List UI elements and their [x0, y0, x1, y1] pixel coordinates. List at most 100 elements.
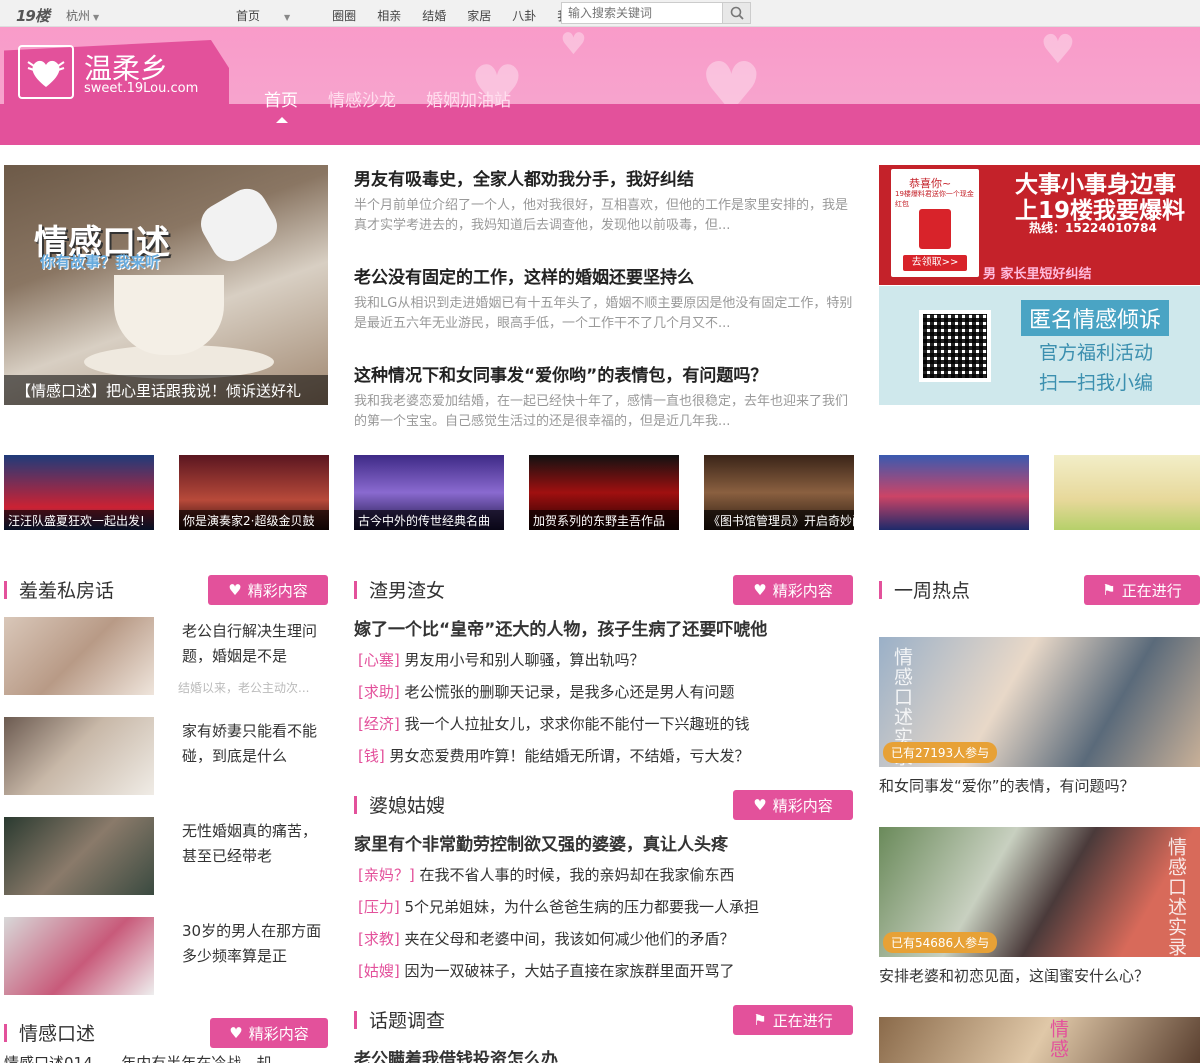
site-logo[interactable]: 19楼	[16, 5, 50, 26]
list-item[interactable]: 老公自行解决生理问题，婚姻是不是 结婚以来，老公主动次...	[4, 617, 330, 697]
list-item-title[interactable]: 家有娇妻只能看不能碰，到底是什么	[182, 719, 322, 769]
article-title[interactable]: 老公没有固定的工作，这样的婚姻还要坚持么	[354, 263, 854, 288]
section-bar	[4, 1024, 7, 1042]
article-item: 老公没有固定的工作，这样的婚姻还要坚持么 我和LG从相识到走进婚姻已有十五年头了…	[354, 263, 854, 361]
topnav-circle[interactable]: 圈圈	[332, 7, 356, 24]
article-title[interactable]: 男友有吸毒史，全家人都劝我分手，我好纠结	[354, 165, 854, 190]
article-item: 男友有吸毒史，全家人都劝我分手，我好纠结 半个月前单位介绍了一个人，他对我很好，…	[354, 165, 854, 263]
topic-row[interactable]: [姑嫂] 因为一双破袜子，大姑子直接在家族群里面开骂了	[358, 960, 735, 981]
emotion-story-first-item[interactable]: 情感口述014......年内有半年在冷战，却	[4, 1052, 271, 1063]
topic-title[interactable]: 因为一双破袜子，大姑子直接在家族群里面开骂了	[405, 962, 735, 980]
heart-icon: ♥	[753, 796, 767, 814]
search-input[interactable]	[562, 3, 722, 23]
topic-row[interactable]: [压力] 5个兄弟姐妹，为什么爸爸生病的压力都要我一人承担	[358, 896, 759, 917]
topnav-dating[interactable]: 相亲	[377, 7, 401, 24]
list-item-title[interactable]: 老公自行解决生理问题，婚姻是不是	[182, 619, 322, 669]
topnav-gossip[interactable]: 八卦	[512, 7, 536, 24]
event-thumb[interactable]: 汪汪队盛夏狂欢一起出发!	[4, 455, 154, 530]
section-header-weekly-hot: 一周热点 ⚑ 正在进行	[879, 575, 1200, 605]
chevron-down-icon: ▼	[93, 13, 100, 22]
ongoing-button[interactable]: ⚑ 正在进行	[1084, 575, 1200, 605]
topic-title[interactable]: 男女恋爱费用咋算！能结婚无所谓，不结婚，亏大发？	[390, 747, 750, 765]
tag-label: 精彩内容	[772, 581, 833, 600]
ad-footer: 男 家长里短好纠结	[983, 267, 1092, 282]
survey-headline[interactable]: 老公瞒着我借钱投资怎么办	[354, 1045, 558, 1063]
section-title[interactable]: 羞羞私房话	[19, 576, 114, 603]
topic-row[interactable]: [心塞] 男友用小号和别人聊骚，算出轨吗？	[358, 649, 645, 670]
featured-content-button[interactable]: ♥ 精彩内容	[733, 790, 853, 820]
article-item: 这种情况下和女同事发“爱你哟”的表情包，有问题吗？ 我和我老婆恋爱加结婚，在一起…	[354, 361, 854, 459]
featured-content-button[interactable]: ♥ 精彩内容	[733, 575, 853, 605]
ad-hotline: 热线：15224010784	[1029, 221, 1157, 235]
logo-heart-icon[interactable]	[18, 45, 74, 99]
hot-topic-title[interactable]: 安排老婆和初恋见面，这闺蜜安什么心？	[879, 965, 1200, 986]
article-title[interactable]: 这种情况下和女同事发“爱你哟”的表情包，有问题吗？	[354, 361, 854, 386]
list-item-title[interactable]: 无性婚姻真的痛苦，甚至已经带老	[182, 819, 322, 869]
event-thumb[interactable]: 古今中外的传世经典名曲	[354, 455, 504, 530]
event-thumb[interactable]: 加贺系列的东野圭吾作品	[529, 455, 679, 530]
in-laws-headline[interactable]: 家里有个非常勤劳控制欲又强的婆婆，真让人头疼	[354, 830, 728, 855]
event-thumb[interactable]: 《图书馆管理员》开启奇妙阅读之旅	[704, 455, 854, 530]
topnav-home[interactable]: 首页 ▼	[236, 7, 311, 24]
confide-ad-banner[interactable]: 匿名情感倾诉 官方福利活动 扫一扫我小编	[879, 286, 1200, 405]
hot-topic-title[interactable]: 和女同事发“爱你”的表情，有问题吗？	[879, 775, 1200, 796]
hot-topic-card[interactable]: 情感口述实录 已有54686人参与 安排老婆和初恋见面，这闺蜜安什么心？	[879, 827, 1200, 986]
topic-row[interactable]: [求教] 夹在父母和老婆中间，我该如何减少他们的矛盾？	[358, 928, 735, 949]
featured-content-button[interactable]: ♥ 精彩内容	[210, 1018, 328, 1048]
qr-code-icon	[919, 310, 991, 382]
topic-title[interactable]: 男友用小号和别人聊骚，算出轨吗？	[405, 651, 645, 669]
event-thumb[interactable]	[1054, 455, 1200, 530]
claim-button[interactable]: 去领取>>	[903, 255, 967, 271]
topnav-home-decor[interactable]: 家居	[467, 7, 491, 24]
report-ad-banner[interactable]: 恭喜你~ 19楼爆料君送你一个现金红包 去领取>> 大事小事身边事 上19楼我要…	[879, 165, 1200, 285]
heart-icon: ♥	[753, 581, 767, 599]
list-thumb-image	[4, 617, 154, 695]
scumbag-headline[interactable]: 嫁了一个比“皇帝”还大的人物，孩子生病了还要吓唬他	[354, 615, 767, 640]
topic-title[interactable]: 夹在父母和老婆中间，我该如何减少他们的矛盾？	[405, 930, 735, 948]
hot-topic-card[interactable]: 情感口述实录 已有27193人参与 和女同事发“爱你”的表情，有问题吗？	[879, 637, 1200, 796]
topnav-wedding[interactable]: 结婚	[422, 7, 446, 24]
hot-topic-card[interactable]: 情感	[879, 1017, 1200, 1063]
list-item-summary: 结婚以来，老公主动次...	[178, 681, 310, 695]
topic-row[interactable]: [亲妈？] 在我不省人事的时候，我的亲妈却在我家偷东西	[358, 864, 735, 885]
feature-caption[interactable]: 【情感口述】把心里话跟我说！倾诉送好礼	[4, 375, 328, 405]
section-title[interactable]: 渣男渣女	[369, 576, 445, 603]
tab-marriage-station[interactable]: 婚姻加油站	[426, 86, 511, 111]
topic-title[interactable]: 我一个人拉扯女儿，求求你能不能付一下兴趣班的钱	[405, 715, 750, 733]
list-item-title[interactable]: 30岁的男人在那方面多少频率算是正	[182, 919, 322, 969]
section-title[interactable]: 婆媳姑嫂	[369, 791, 445, 818]
feature-banner[interactable]: 情感口述 你有故事？我来听 【情感口述】把心里话跟我说！倾诉送好礼	[4, 165, 328, 405]
section-title[interactable]: 情感口述	[19, 1019, 95, 1046]
topic-title[interactable]: 在我不省人事的时候，我的亲妈却在我家偷东西	[420, 866, 735, 884]
tab-emotion-salon[interactable]: 情感沙龙	[328, 86, 396, 111]
city-selector[interactable]: 杭州 ▼	[66, 7, 99, 24]
featured-content-button[interactable]: ♥ 精彩内容	[208, 575, 328, 605]
section-title[interactable]: 话题调查	[369, 1006, 445, 1033]
topic-title[interactable]: 5个兄弟姐妹，为什么爸爸生病的压力都要我一人承担	[405, 898, 760, 916]
topic-row[interactable]: [经济] 我一个人拉扯女儿，求求你能不能付一下兴趣班的钱	[358, 713, 750, 734]
topic-tag: [钱]	[358, 747, 385, 765]
hot-topic-image: 情感口述实录 已有54686人参与	[879, 827, 1200, 957]
topic-row[interactable]: [求助] 老公慌张的删聊天记录，是我多心还是男人有问题	[358, 681, 735, 702]
list-item[interactable]: 无性婚姻真的痛苦，甚至已经带老	[4, 817, 330, 897]
list-item[interactable]: 家有娇妻只能看不能碰，到底是什么	[4, 717, 330, 797]
event-thumb[interactable]: 你是演奏家2·超级金贝鼓	[179, 455, 329, 530]
tag-label: 精彩内容	[248, 1024, 309, 1043]
red-envelope-card: 恭喜你~ 19楼爆料君送你一个现金红包 去领取>>	[891, 169, 979, 277]
search-button[interactable]	[722, 3, 750, 23]
topic-tag: [压力]	[358, 898, 400, 916]
main-nav-band	[0, 104, 1200, 145]
ad2-line-3: 扫一扫我小编	[1039, 372, 1154, 394]
section-header-in-laws: 婆媳姑嫂 ♥ 精彩内容	[354, 790, 853, 820]
section-title[interactable]: 一周热点	[894, 576, 970, 603]
tab-home[interactable]: 首页	[264, 86, 298, 123]
topic-title[interactable]: 老公慌张的删聊天记录，是我多心还是男人有问题	[405, 683, 735, 701]
ongoing-button[interactable]: ⚑ 正在进行	[733, 1005, 853, 1035]
tag-label: 精彩内容	[247, 581, 308, 600]
milk-jug-image	[193, 181, 285, 269]
list-item[interactable]: 30岁的男人在那方面多少频率算是正	[4, 917, 330, 997]
topic-row[interactable]: [钱] 男女恋爱费用咋算！能结婚无所谓，不结婚，亏大发？	[358, 745, 750, 766]
event-thumb[interactable]	[879, 455, 1029, 530]
main-nav: 首页 情感沙龙 婚姻加油站	[264, 86, 541, 123]
section-header-private-talk: 羞羞私房话 ♥ 精彩内容	[4, 575, 328, 605]
